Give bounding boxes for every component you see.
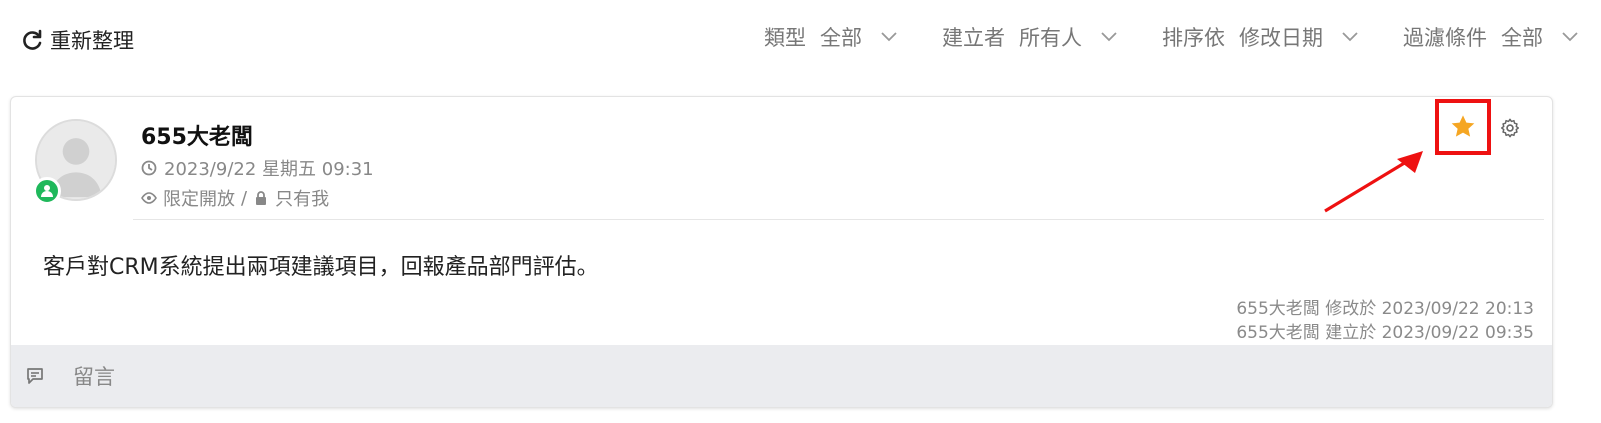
post-timestamp: 2023/9/22 星期五 09:31 [141, 155, 374, 181]
filter-bar: 類型 全部 建立者 所有人 排序依 修改日期 過濾條件 全部 [764, 22, 1579, 52]
online-status-badge [33, 177, 61, 205]
filter-creator-value: 所有人 [1019, 26, 1082, 50]
filter-condition-label: 過濾條件 [1403, 26, 1487, 50]
lock-icon [256, 191, 267, 205]
chevron-down-icon [1101, 32, 1117, 42]
toolbar: 重新整理 類型 全部 建立者 所有人 排序依 修改日期 過濾條件 全部 [0, 0, 1601, 80]
filter-creator-label: 建立者 [942, 26, 1005, 50]
post-author[interactable]: 655大老闆 [141, 119, 253, 151]
chevron-down-icon [1562, 32, 1578, 42]
filter-type-label: 類型 [764, 26, 806, 50]
comment-button[interactable]: 留言 [25, 361, 115, 391]
filter-type-value: 全部 [820, 26, 862, 50]
timestamp-text: 2023/9/22 星期五 09:31 [164, 159, 374, 180]
post-visibility: 限定開放 / 只有我 [141, 185, 329, 211]
privacy-text[interactable]: 只有我 [275, 185, 329, 211]
post-card: 655大老闆 2023/9/22 星期五 09:31 限定開放 / 只有我 客戶… [10, 96, 1553, 408]
chevron-down-icon [1342, 32, 1358, 42]
annotation-arrow [1324, 151, 1423, 213]
filter-condition[interactable]: 過濾條件 全部 [1403, 22, 1579, 52]
refresh-button[interactable]: 重新整理 [20, 24, 134, 56]
filter-creator[interactable]: 建立者 所有人 [942, 22, 1118, 52]
eye-icon [141, 192, 157, 204]
post-footer: 留言 [11, 345, 1552, 407]
modified-line: 655大老闆 修改於 2023/09/22 20:13 [1236, 299, 1534, 319]
refresh-icon [23, 29, 42, 50]
filter-sort[interactable]: 排序依 修改日期 [1162, 22, 1359, 52]
comment-icon [27, 368, 43, 384]
star-icon [1451, 115, 1475, 137]
filter-sort-label: 排序依 [1162, 26, 1225, 50]
header-divider [133, 219, 1544, 220]
chevron-down-icon [881, 32, 897, 42]
clock-icon [141, 160, 157, 176]
created-line: 655大老闆 建立於 2023/09/22 09:35 [1236, 323, 1534, 343]
gear-icon[interactable] [1499, 117, 1521, 139]
filter-sort-value: 修改日期 [1239, 26, 1323, 50]
refresh-label: 重新整理 [50, 29, 134, 53]
comment-label: 留言 [73, 365, 115, 389]
visibility-separator: / [241, 187, 248, 209]
filter-type[interactable]: 類型 全部 [764, 22, 898, 52]
filter-condition-value: 全部 [1501, 26, 1543, 50]
visibility-text[interactable]: 限定開放 [163, 185, 235, 211]
post-audit-info: 655大老闆 修改於 2023/09/22 20:13 655大老闆 建立於 2… [1236, 297, 1534, 345]
user-icon [41, 185, 53, 197]
post-content: 客戶對CRM系統提出兩項建議項目，回報產品部門評估。 [43, 255, 599, 280]
favorite-star-button[interactable] [1435, 99, 1491, 155]
